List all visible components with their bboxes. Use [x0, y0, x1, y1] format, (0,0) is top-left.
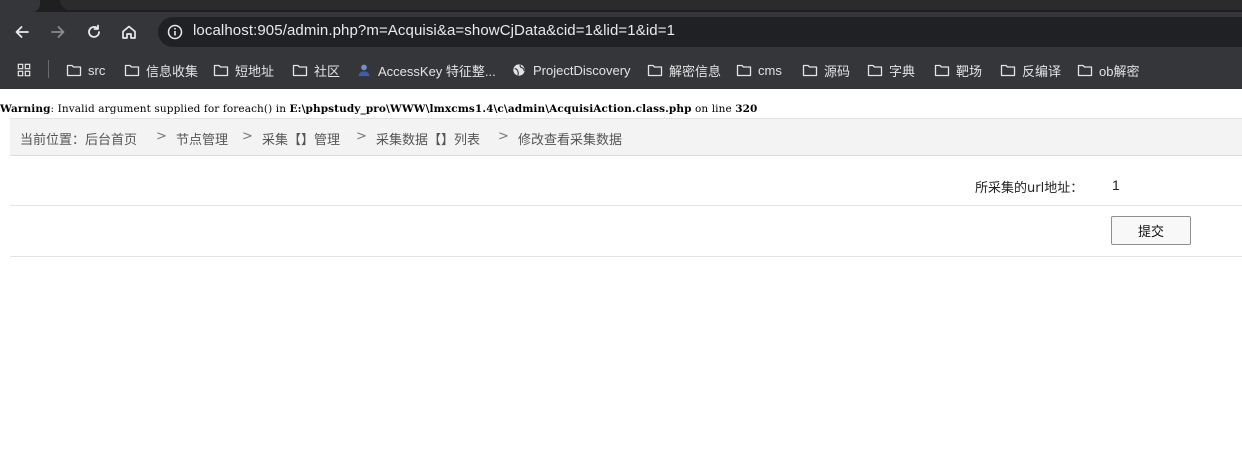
bookmark-label: 短地址	[235, 63, 275, 79]
breadcrumb-separator: >	[156, 129, 167, 144]
apps-button[interactable]	[16, 60, 38, 80]
folder-icon	[66, 63, 88, 77]
bookmark-item[interactable]: src	[66, 60, 105, 80]
bookmark-label: cms	[758, 62, 782, 78]
folder-icon	[1077, 63, 1099, 77]
breadcrumb-current-position[interactable]: 当前位置：后台首页	[20, 129, 137, 148]
reload-button[interactable]	[80, 18, 108, 46]
bookmark-label: 字典	[889, 63, 916, 79]
home-icon	[122, 25, 136, 39]
breadcrumb-edit-view-data: 修改查看采集数据	[518, 133, 623, 148]
reload-icon	[88, 24, 100, 38]
bookmarks-separator	[48, 60, 49, 78]
bookmark-item[interactable]: 源码	[802, 60, 850, 80]
bookmark-label: AccessKey 特征整...	[378, 63, 496, 79]
folder-icon	[1000, 63, 1022, 77]
browser-toolbar: localhost:905/admin.php?m=Acquisi&a=show…	[0, 12, 1242, 52]
bookmark-label: src	[88, 62, 106, 78]
tab-strip-background	[60, 0, 1242, 10]
warning-line-number: 320	[735, 103, 758, 115]
breadcrumb-collect-data-list[interactable]: 采集数据【】列表	[376, 129, 480, 148]
submit-form-row: 提交	[10, 206, 1242, 257]
home-button[interactable]	[115, 18, 143, 46]
warning-line-text: on line	[691, 103, 736, 115]
bookmark-label: ob解密	[1099, 63, 1140, 79]
bookmark-item[interactable]: 反编译	[1000, 60, 1061, 80]
avatar-icon	[356, 63, 378, 77]
bookmark-item[interactable]: 短地址	[213, 60, 274, 80]
address-url[interactable]: localhost:905/admin.php?m=Acquisi&a=show…	[193, 22, 675, 39]
warning-file-path: E:\phpstudy_pro\WWW\lmxcms1.4\c\admin\Ac…	[289, 103, 692, 115]
bookmark-label: 信息收集	[146, 63, 199, 79]
bookmark-label: 解密信息	[669, 63, 722, 79]
active-tab-edge[interactable]	[0, 0, 40, 12]
forward-arrow-icon	[51, 26, 65, 38]
bookmark-item[interactable]: 解密信息	[647, 60, 721, 80]
back-button[interactable]	[8, 18, 36, 46]
folder-icon	[802, 63, 824, 77]
folder-icon	[647, 63, 669, 77]
bookmark-label: 源码	[824, 63, 851, 79]
url-form-row: 所采集的url地址： 1	[10, 156, 1242, 206]
forward-button[interactable]	[44, 18, 72, 46]
folder-icon	[867, 63, 889, 77]
breadcrumb-separator: >	[356, 129, 367, 144]
browser-tab-strip	[0, 0, 1242, 12]
bookmark-item[interactable]: ProjectDiscovery	[511, 60, 631, 80]
address-bar[interactable]: localhost:905/admin.php?m=Acquisi&a=show…	[158, 17, 1242, 47]
warning-message: : Invalid argument supplied for foreach(…	[50, 103, 290, 115]
bookmark-item[interactable]: AccessKey 特征整...	[356, 60, 496, 80]
bookmark-item[interactable]: ob解密	[1077, 60, 1139, 80]
folder-icon	[292, 63, 314, 77]
url-field-value: 1	[1112, 177, 1120, 193]
submit-button[interactable]: 提交	[1111, 216, 1191, 245]
folder-icon	[934, 63, 956, 77]
breadcrumb-separator: >	[242, 129, 253, 144]
bookmark-label: 反编译	[1022, 63, 1062, 79]
bookmark-item[interactable]: cms	[736, 60, 782, 80]
site-info-icon[interactable]	[166, 23, 184, 41]
bookmark-item[interactable]: 信息收集	[124, 60, 198, 80]
breadcrumb: 当前位置：后台首页 > 节点管理 > 采集【】管理 > 采集数据【】列表 > 修…	[10, 118, 1242, 156]
folder-icon	[736, 63, 758, 77]
breadcrumb-separator: >	[498, 129, 509, 144]
folder-icon	[213, 63, 235, 77]
apps-grid-icon	[17, 63, 31, 77]
breadcrumb-collect-management[interactable]: 采集【】管理	[262, 129, 340, 148]
bookmark-item[interactable]: 字典	[867, 60, 915, 80]
bookmark-item[interactable]: 社区	[292, 60, 340, 80]
back-arrow-icon	[15, 26, 29, 38]
bookmark-label: ProjectDiscovery	[533, 62, 631, 78]
globe-icon	[511, 63, 533, 77]
url-field-label: 所采集的url地址：	[975, 181, 1084, 196]
bookmark-label: 社区	[314, 63, 341, 79]
bookmark-item[interactable]: 靶场	[934, 60, 982, 80]
warning-label: Warning	[0, 103, 51, 115]
folder-icon	[124, 63, 146, 77]
bookmark-label: 靶场	[956, 63, 983, 79]
php-warning: Warning: Invalid argument supplied for f…	[0, 103, 757, 115]
breadcrumb-node-management[interactable]: 节点管理	[176, 129, 228, 148]
